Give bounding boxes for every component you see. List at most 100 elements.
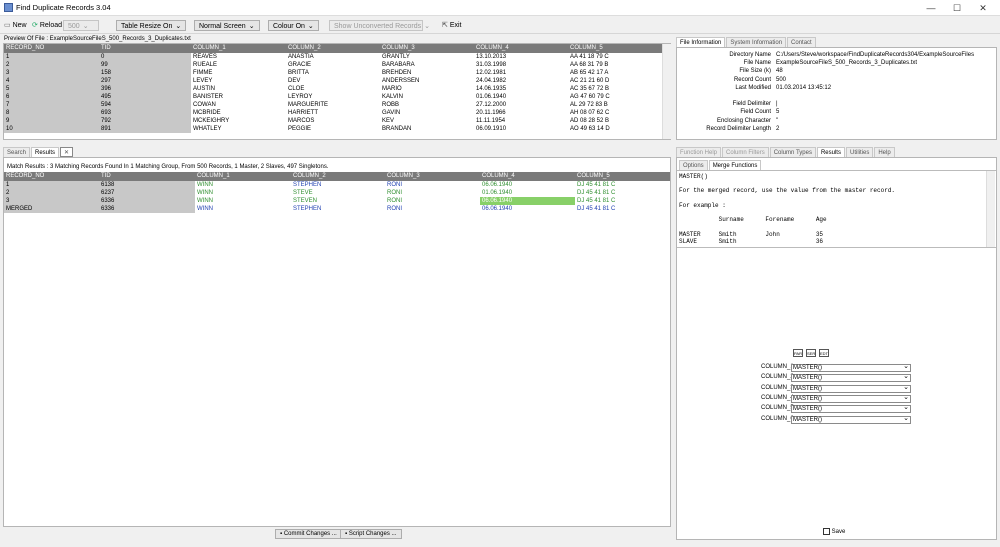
table-cell: 8	[4, 109, 99, 117]
table-row[interactable]: 3 158 FIMME BRITTA BREHDEN 12.02.1981 AB 65 42…	[4, 69, 662, 77]
mini-button-ser[interactable]: SER	[806, 349, 816, 357]
mini-button-par[interactable]: PAR	[793, 349, 803, 357]
screen-mode-toggle[interactable]: Normal Screen	[194, 20, 260, 31]
table-row[interactable]: 2 99 RUEALE GRACIE BARABARA 31.03.1998 AA 68 3…	[4, 61, 662, 69]
tab-system-information[interactable]: System Information	[726, 37, 787, 47]
table-row[interactable]: 4 297 LEVEY DEV ANDERSSEN 24.04.1982 AC 21 21 …	[4, 77, 662, 85]
tab-file-information[interactable]: File Information	[676, 37, 726, 47]
table-cell: AD 08 28 52 B	[570, 118, 610, 124]
merge-function-select[interactable]: MASTER()	[791, 404, 911, 414]
table-row[interactable]: 8 693 MCBRIDE HARRIETT GAVIN 20.11.1966 AH 08 …	[4, 109, 662, 117]
column-header[interactable]: COLUMN_1	[193, 44, 226, 53]
commit-changes-button[interactable]: ▪ Commit Changes ...	[275, 529, 342, 539]
results-row[interactable]: 2 6237 WINN STEVE RONI 01.06.1940 DJ 45 41 81 …	[4, 189, 670, 197]
merge-row-label: COLUMN_1	[761, 364, 794, 370]
file-info-label: Enclosing Character	[716, 117, 771, 124]
results-table[interactable]: 1 6138 WINN STEPHEN RONI 06.06.1940 DJ 45 41 8…	[4, 181, 670, 213]
colour-toggle[interactable]: Colour On	[268, 20, 319, 31]
file-info-value: 01.03.2014 13:45:12	[776, 84, 832, 91]
results-tabs: Search Results ✕	[3, 147, 74, 157]
table-resize-toggle[interactable]: Table Resize On	[116, 20, 187, 31]
result-cell: WINN	[197, 182, 213, 188]
column-header[interactable]: COLUMN_5	[570, 44, 603, 53]
merge-function-select[interactable]: MASTER()	[791, 373, 911, 383]
table-row[interactable]: 10 891 WHATLEY PEGGIE BRANDAN 06.09.1910 AO 49…	[4, 125, 662, 133]
table-row[interactable]: 7 594 COWAN MARGUERITE ROBB 27.12.2000 AL 29 7…	[4, 101, 662, 109]
table-row[interactable]: 6 495 BANISTER LEYROY KALVIN 01.06.1940 AG 47 …	[4, 93, 662, 101]
tab-search[interactable]: Search	[3, 147, 31, 157]
file-info-label: Last Modified	[735, 84, 771, 91]
merge-function-select[interactable]: MASTER()	[791, 384, 911, 393]
result-cell: STEPHEN	[293, 182, 322, 188]
maximize-button[interactable]: ☐	[944, 2, 970, 14]
table-cell: MARIO	[382, 86, 402, 92]
column-header[interactable]: TID	[101, 44, 111, 53]
tab-column-types[interactable]: Column Types	[769, 147, 816, 157]
column-header[interactable]: COLUMN_3	[382, 44, 415, 53]
tab-results[interactable]: Results	[816, 147, 845, 157]
column-header[interactable]: RECORD_NO	[6, 44, 44, 53]
result-cell: 6237	[99, 189, 195, 197]
reload-count-select[interactable]: 500	[63, 20, 99, 31]
minimize-button[interactable]: —	[918, 2, 944, 14]
mini-button-edt[interactable]: EDT	[819, 349, 829, 357]
table-cell: GRACIE	[288, 62, 312, 68]
preview-table[interactable]: 1 0 REAVES ANASTIA GRANTLY 13.10.2013 AA 41 18…	[4, 53, 662, 133]
save-button[interactable]: Save	[823, 528, 845, 535]
table-cell: 27.12.2000	[476, 102, 507, 108]
help-scrollbar[interactable]	[986, 171, 995, 247]
column-header[interactable]: COLUMN_2	[288, 44, 321, 53]
table-row[interactable]: 5 396 AUSTIN CLOE MARIO 14.06.1935 AC 35 67 72…	[4, 85, 662, 93]
column-header[interactable]: COLUMN_4	[476, 44, 509, 53]
result-cell: 2	[4, 189, 99, 197]
preview-scrollbar[interactable]	[662, 44, 671, 139]
table-cell: REAVES	[193, 54, 217, 60]
column-header[interactable]: COLUMN_1	[197, 172, 230, 181]
table-cell: AA 68 31 79 B	[570, 62, 609, 68]
column-header[interactable]: COLUMN_4	[482, 172, 515, 181]
close-results-tab-icon[interactable]: ✕	[60, 147, 74, 157]
tab-results[interactable]: Results	[31, 147, 60, 157]
show-unconverted-toggle[interactable]: Show Unconverted Records	[329, 20, 423, 31]
results-row[interactable]: 3 6336 WINN STEVEN RONI 06.06.1940 DJ 45 41 81…	[4, 197, 670, 205]
exit-button[interactable]: ⇱ Exit	[442, 20, 462, 31]
table-cell: LEYROY	[288, 94, 313, 100]
new-button[interactable]: ▭ New	[4, 20, 27, 31]
tab-utilities[interactable]: Utilities	[845, 147, 874, 157]
reload-button[interactable]: ⟳ Reload	[32, 20, 62, 31]
column-header[interactable]: COLUMN_2	[293, 172, 326, 181]
script-changes-button[interactable]: ▪ Script Changes ...	[340, 529, 402, 539]
table-cell: 396	[99, 85, 191, 93]
merge-function-select[interactable]: MASTER()	[791, 363, 911, 372]
column-header[interactable]: TID	[101, 172, 111, 181]
results-row[interactable]: 1 6138 WINN STEPHEN RONI 06.06.1940 DJ 45 41 8…	[4, 181, 670, 189]
close-button[interactable]: ✕	[970, 2, 996, 14]
merge-function-select[interactable]: MASTER()	[791, 415, 911, 424]
table-row[interactable]: 1 0 REAVES ANASTIA GRANTLY 13.10.2013 AA 41 18…	[4, 53, 662, 61]
subtab-options[interactable]: Options	[679, 160, 708, 170]
table-cell: 158	[99, 69, 191, 77]
table-cell: CLOE	[288, 86, 305, 92]
subtab-merge-functions[interactable]: Merge Functions	[708, 160, 762, 170]
result-cell: WINN	[197, 198, 213, 204]
table-cell: ANDERSSEN	[382, 78, 420, 84]
results-row[interactable]: Merged 6336 WINN STEPHEN RONI 06.06.1940 DJ 45…	[4, 205, 670, 213]
column-header[interactable]: RECORD_NO	[6, 172, 44, 181]
merge-function-select[interactable]: MASTER()	[791, 394, 911, 403]
tab-function-help[interactable]: Function Help	[676, 147, 722, 157]
merge-row-label: COLUMN_3	[761, 384, 794, 391]
tab-contact[interactable]: Contact	[787, 37, 816, 47]
results-panel: Match Results : 3 Matching Records Found…	[3, 157, 671, 527]
file-info-label: Record Count	[733, 76, 771, 83]
commit-label: Commit Changes ...	[283, 531, 337, 537]
table-row[interactable]: 9 792 MCKEIGHRY MARCOS KEV 11.11.1954 AD 08 28…	[4, 117, 662, 125]
table-cell: GRANTLY	[382, 54, 410, 60]
tab-column-filters[interactable]: Column Filters	[722, 147, 769, 157]
table-cell: 7	[4, 101, 99, 109]
column-header[interactable]: COLUMN_3	[387, 172, 420, 181]
column-header[interactable]: COLUMN_5	[577, 172, 610, 181]
merge-row-label: COLUMN_6	[761, 415, 794, 422]
result-cell: WINN	[197, 190, 213, 196]
file-info-label: Field Delimiter	[732, 101, 771, 108]
tab-help[interactable]: Help	[874, 147, 895, 157]
